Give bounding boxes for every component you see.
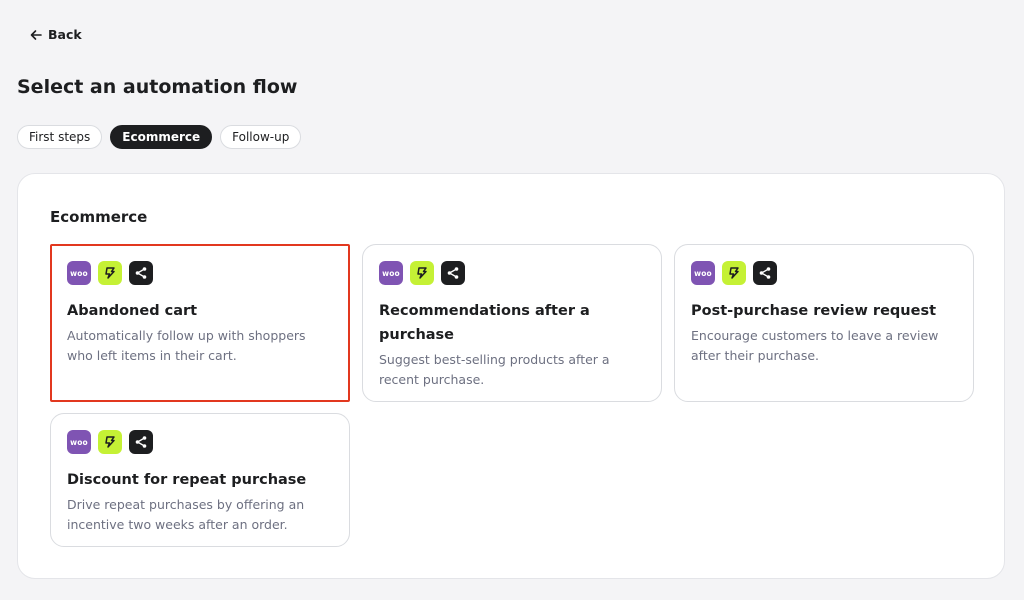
share-icon bbox=[129, 261, 153, 285]
integration-icons: woo bbox=[67, 430, 333, 454]
card-title: Abandoned cart bbox=[67, 303, 198, 319]
section-title: Ecommerce bbox=[50, 208, 148, 226]
back-label: Back bbox=[48, 27, 82, 42]
woocommerce-icon: woo bbox=[67, 261, 91, 285]
arrow-left-icon bbox=[30, 29, 42, 40]
lightning-logo-icon bbox=[410, 261, 434, 285]
flow-card-abandoned-cart[interactable]: woo Abandoned cart Automatically follow … bbox=[50, 244, 350, 402]
card-title: Post-purchase review request bbox=[691, 303, 937, 319]
woocommerce-icon: woo bbox=[379, 261, 403, 285]
integration-icons: woo bbox=[67, 261, 333, 285]
integration-icons: woo bbox=[691, 261, 957, 285]
back-button[interactable]: Back bbox=[30, 27, 82, 42]
lightning-logo-icon bbox=[722, 261, 746, 285]
tab-first-steps[interactable]: First steps bbox=[17, 125, 103, 149]
card-description: Automatically follow up with shoppers wh… bbox=[67, 328, 306, 363]
share-icon bbox=[441, 261, 465, 285]
category-tabs: First steps Ecommerce Follow-up bbox=[17, 125, 302, 149]
page-title: Select an automation flow bbox=[17, 76, 298, 98]
flow-card-repeat-discount[interactable]: woo Discount for repeat purchase Drive r… bbox=[50, 413, 350, 547]
card-title: Recommendations after a purchase bbox=[379, 303, 590, 343]
integration-icons: woo bbox=[379, 261, 645, 285]
card-description: Drive repeat purchases by offering an in… bbox=[67, 497, 305, 532]
tab-follow-up[interactable]: Follow-up bbox=[220, 125, 302, 149]
card-title: Discount for repeat purchase bbox=[67, 472, 307, 488]
share-icon bbox=[753, 261, 777, 285]
tab-ecommerce[interactable]: Ecommerce bbox=[110, 125, 213, 149]
flow-card-recommendations[interactable]: woo Recommendations after a purchase Sug… bbox=[362, 244, 662, 402]
flow-card-review-request[interactable]: woo Post-purchase review request Encoura… bbox=[674, 244, 974, 402]
lightning-logo-icon bbox=[98, 261, 122, 285]
card-description: Encourage customers to leave a review af… bbox=[691, 328, 939, 363]
lightning-logo-icon bbox=[98, 430, 122, 454]
woocommerce-icon: woo bbox=[67, 430, 91, 454]
share-icon bbox=[129, 430, 153, 454]
card-description: Suggest best-selling products after a re… bbox=[379, 352, 610, 387]
flows-panel: Ecommerce woo Abandoned cart Automatical… bbox=[17, 173, 1005, 579]
woocommerce-icon: woo bbox=[691, 261, 715, 285]
